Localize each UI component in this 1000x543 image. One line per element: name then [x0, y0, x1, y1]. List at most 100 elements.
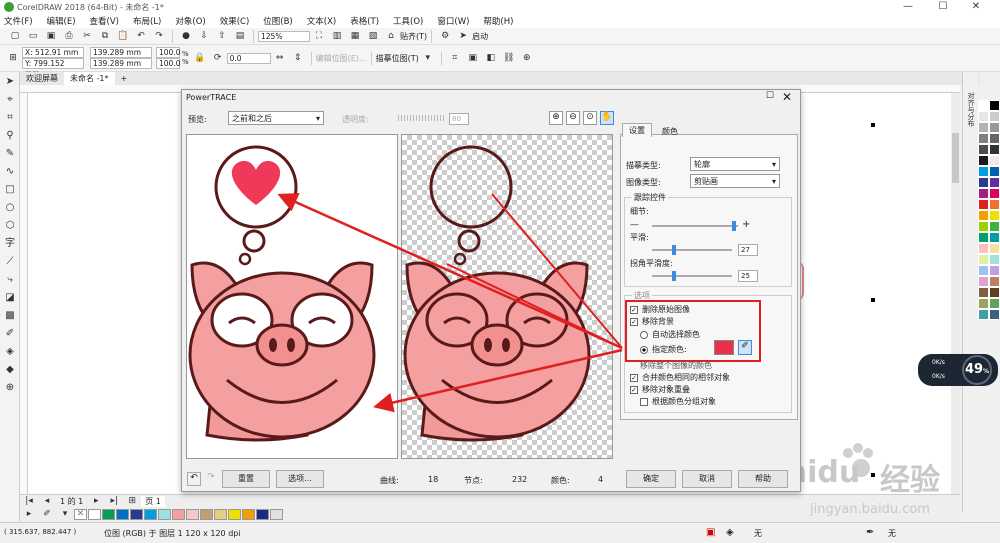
shape-tool-icon[interactable]: ⌖: [2, 92, 18, 108]
export-icon[interactable]: ⇧: [216, 30, 228, 42]
freehand-tool-icon[interactable]: ✎: [2, 146, 18, 162]
text-tool-icon[interactable]: 字: [2, 236, 18, 252]
palette-swatch[interactable]: [989, 221, 1000, 232]
document-color-swatch[interactable]: [214, 508, 227, 520]
crop-tool-icon[interactable]: ⌗: [2, 110, 18, 126]
crop-bitmap-icon[interactable]: ⌗: [449, 52, 461, 64]
palette-eyedropper-icon[interactable]: ✐: [41, 508, 53, 520]
rectangle-tool-icon[interactable]: □: [2, 182, 18, 198]
palette-swatch[interactable]: [978, 309, 989, 320]
palette-swatch[interactable]: [989, 122, 1000, 133]
palette-swatch[interactable]: [989, 199, 1000, 210]
show-guides-icon[interactable]: ▧: [367, 30, 379, 42]
palette-swatch[interactable]: [978, 144, 989, 155]
add-icon[interactable]: ⊕: [521, 52, 533, 64]
palette-swatch[interactable]: [989, 298, 1000, 309]
palette-swatch[interactable]: [978, 265, 989, 276]
palette-swatch[interactable]: [978, 166, 989, 177]
document-color-swatch[interactable]: [256, 508, 269, 520]
selection-handle[interactable]: [871, 123, 875, 127]
document-color-swatch[interactable]: [88, 508, 101, 520]
redo-trace-icon[interactable]: ↷: [204, 472, 218, 486]
redo-icon[interactable]: ↷: [153, 30, 165, 42]
document-color-swatch[interactable]: [102, 508, 115, 520]
palette-swatch[interactable]: [978, 254, 989, 265]
help-button[interactable]: 帮助: [738, 470, 788, 488]
palette-swatch[interactable]: [989, 210, 1000, 221]
palette-swatch[interactable]: [978, 243, 989, 254]
ok-button[interactable]: 确定: [626, 470, 676, 488]
palette-swatch[interactable]: [978, 155, 989, 166]
show-grid-icon[interactable]: ▦: [349, 30, 361, 42]
trace-dropdown-icon[interactable]: ▾: [422, 52, 434, 64]
document-swatches[interactable]: [88, 508, 284, 520]
zoom-level-select[interactable]: 125%: [258, 30, 310, 42]
mirror-horizontal-icon[interactable]: ⇔: [274, 52, 286, 64]
cut-icon[interactable]: ✂: [81, 30, 93, 42]
palette-swatch[interactable]: [989, 111, 1000, 122]
undo-icon[interactable]: ↶: [135, 30, 147, 42]
palette-swatch[interactable]: [989, 133, 1000, 144]
page-tab[interactable]: 页 1: [141, 495, 165, 507]
document-color-swatch[interactable]: [200, 508, 213, 520]
no-color-swatch[interactable]: ✕: [74, 508, 87, 520]
scrollbar-thumb[interactable]: [952, 133, 959, 183]
new-tab-icon[interactable]: +: [115, 72, 134, 85]
palette-swatch[interactable]: [989, 144, 1000, 155]
document-color-swatch[interactable]: [158, 508, 171, 520]
width-field[interactable]: 139.289 mm: [90, 47, 152, 58]
palette-swatch[interactable]: [978, 232, 989, 243]
document-color-swatch[interactable]: [270, 508, 283, 520]
menu-edit[interactable]: 编辑(E): [47, 15, 76, 27]
rotation-angle-field[interactable]: 0.0: [226, 52, 271, 64]
palette-swatch[interactable]: [978, 133, 989, 144]
palette-swatch[interactable]: [978, 199, 989, 210]
palette-swatch[interactable]: [989, 155, 1000, 166]
link-icon[interactable]: ⛓: [503, 52, 515, 64]
bitmap-color-mask-icon[interactable]: ◧: [485, 52, 497, 64]
document-color-swatch[interactable]: [172, 508, 185, 520]
palette-swatch[interactable]: [978, 111, 989, 122]
application-launcher-icon[interactable]: ➤: [457, 30, 469, 42]
tab-welcome[interactable]: 欢迎屏幕: [20, 72, 64, 85]
menu-effects[interactable]: 效果(C): [220, 15, 250, 27]
add-page-icon[interactable]: ⊞: [126, 495, 138, 507]
palette-swatch[interactable]: [978, 100, 989, 111]
import-icon[interactable]: ⇩: [198, 30, 210, 42]
export-pdf-icon[interactable]: ▤: [234, 30, 246, 42]
save-icon[interactable]: ▣: [45, 30, 57, 42]
menu-layout[interactable]: 布局(L): [133, 15, 161, 27]
color-palette[interactable]: [978, 100, 1000, 510]
palette-swatch[interactable]: [978, 177, 989, 188]
fill-icon[interactable]: ◈: [726, 527, 734, 538]
docker-title-align-distribute[interactable]: 对齐与分布: [966, 92, 976, 127]
copy-icon[interactable]: ⧉: [99, 30, 111, 42]
drop-shadow-icon[interactable]: ◪: [2, 290, 18, 306]
x-position-field[interactable]: X: 512.91 mm: [22, 47, 84, 58]
palette-dropdown-icon[interactable]: ▾: [59, 508, 71, 520]
document-color-swatch[interactable]: [186, 508, 199, 520]
palette-swatch[interactable]: [989, 177, 1000, 188]
snap-icon[interactable]: ⌂: [385, 30, 397, 42]
open-folder-icon[interactable]: ▭: [27, 30, 39, 42]
lock-ratio-icon[interactable]: 🔒: [194, 52, 206, 64]
palette-swatch[interactable]: [989, 276, 1000, 287]
launch-dropdown[interactable]: 启动: [472, 31, 488, 42]
document-color-swatch[interactable]: [242, 508, 255, 520]
options-gear-icon[interactable]: ⚙: [439, 30, 451, 42]
palette-swatch[interactable]: [989, 287, 1000, 298]
palette-swatch[interactable]: [989, 232, 1000, 243]
palette-swatch[interactable]: [989, 265, 1000, 276]
polygon-tool-icon[interactable]: ⬡: [2, 218, 18, 234]
menu-view[interactable]: 查看(V): [90, 15, 119, 27]
menu-object[interactable]: 对象(O): [175, 15, 205, 27]
palette-menu-icon[interactable]: ▸: [23, 508, 35, 520]
palette-swatch[interactable]: [989, 100, 1000, 111]
scale-x-field[interactable]: 100.0: [156, 47, 180, 58]
network-monitor-widget[interactable]: 0K/s 0K/s 49%: [918, 354, 998, 386]
scale-y-field[interactable]: 100.0: [156, 58, 180, 69]
edit-bitmap-button[interactable]: 编辑位图(E)...: [316, 53, 367, 64]
pick-tool-icon[interactable]: ➤: [2, 74, 18, 90]
connector-tool-icon[interactable]: ⤷: [2, 272, 18, 288]
minimize-button[interactable]: —: [895, 0, 921, 14]
